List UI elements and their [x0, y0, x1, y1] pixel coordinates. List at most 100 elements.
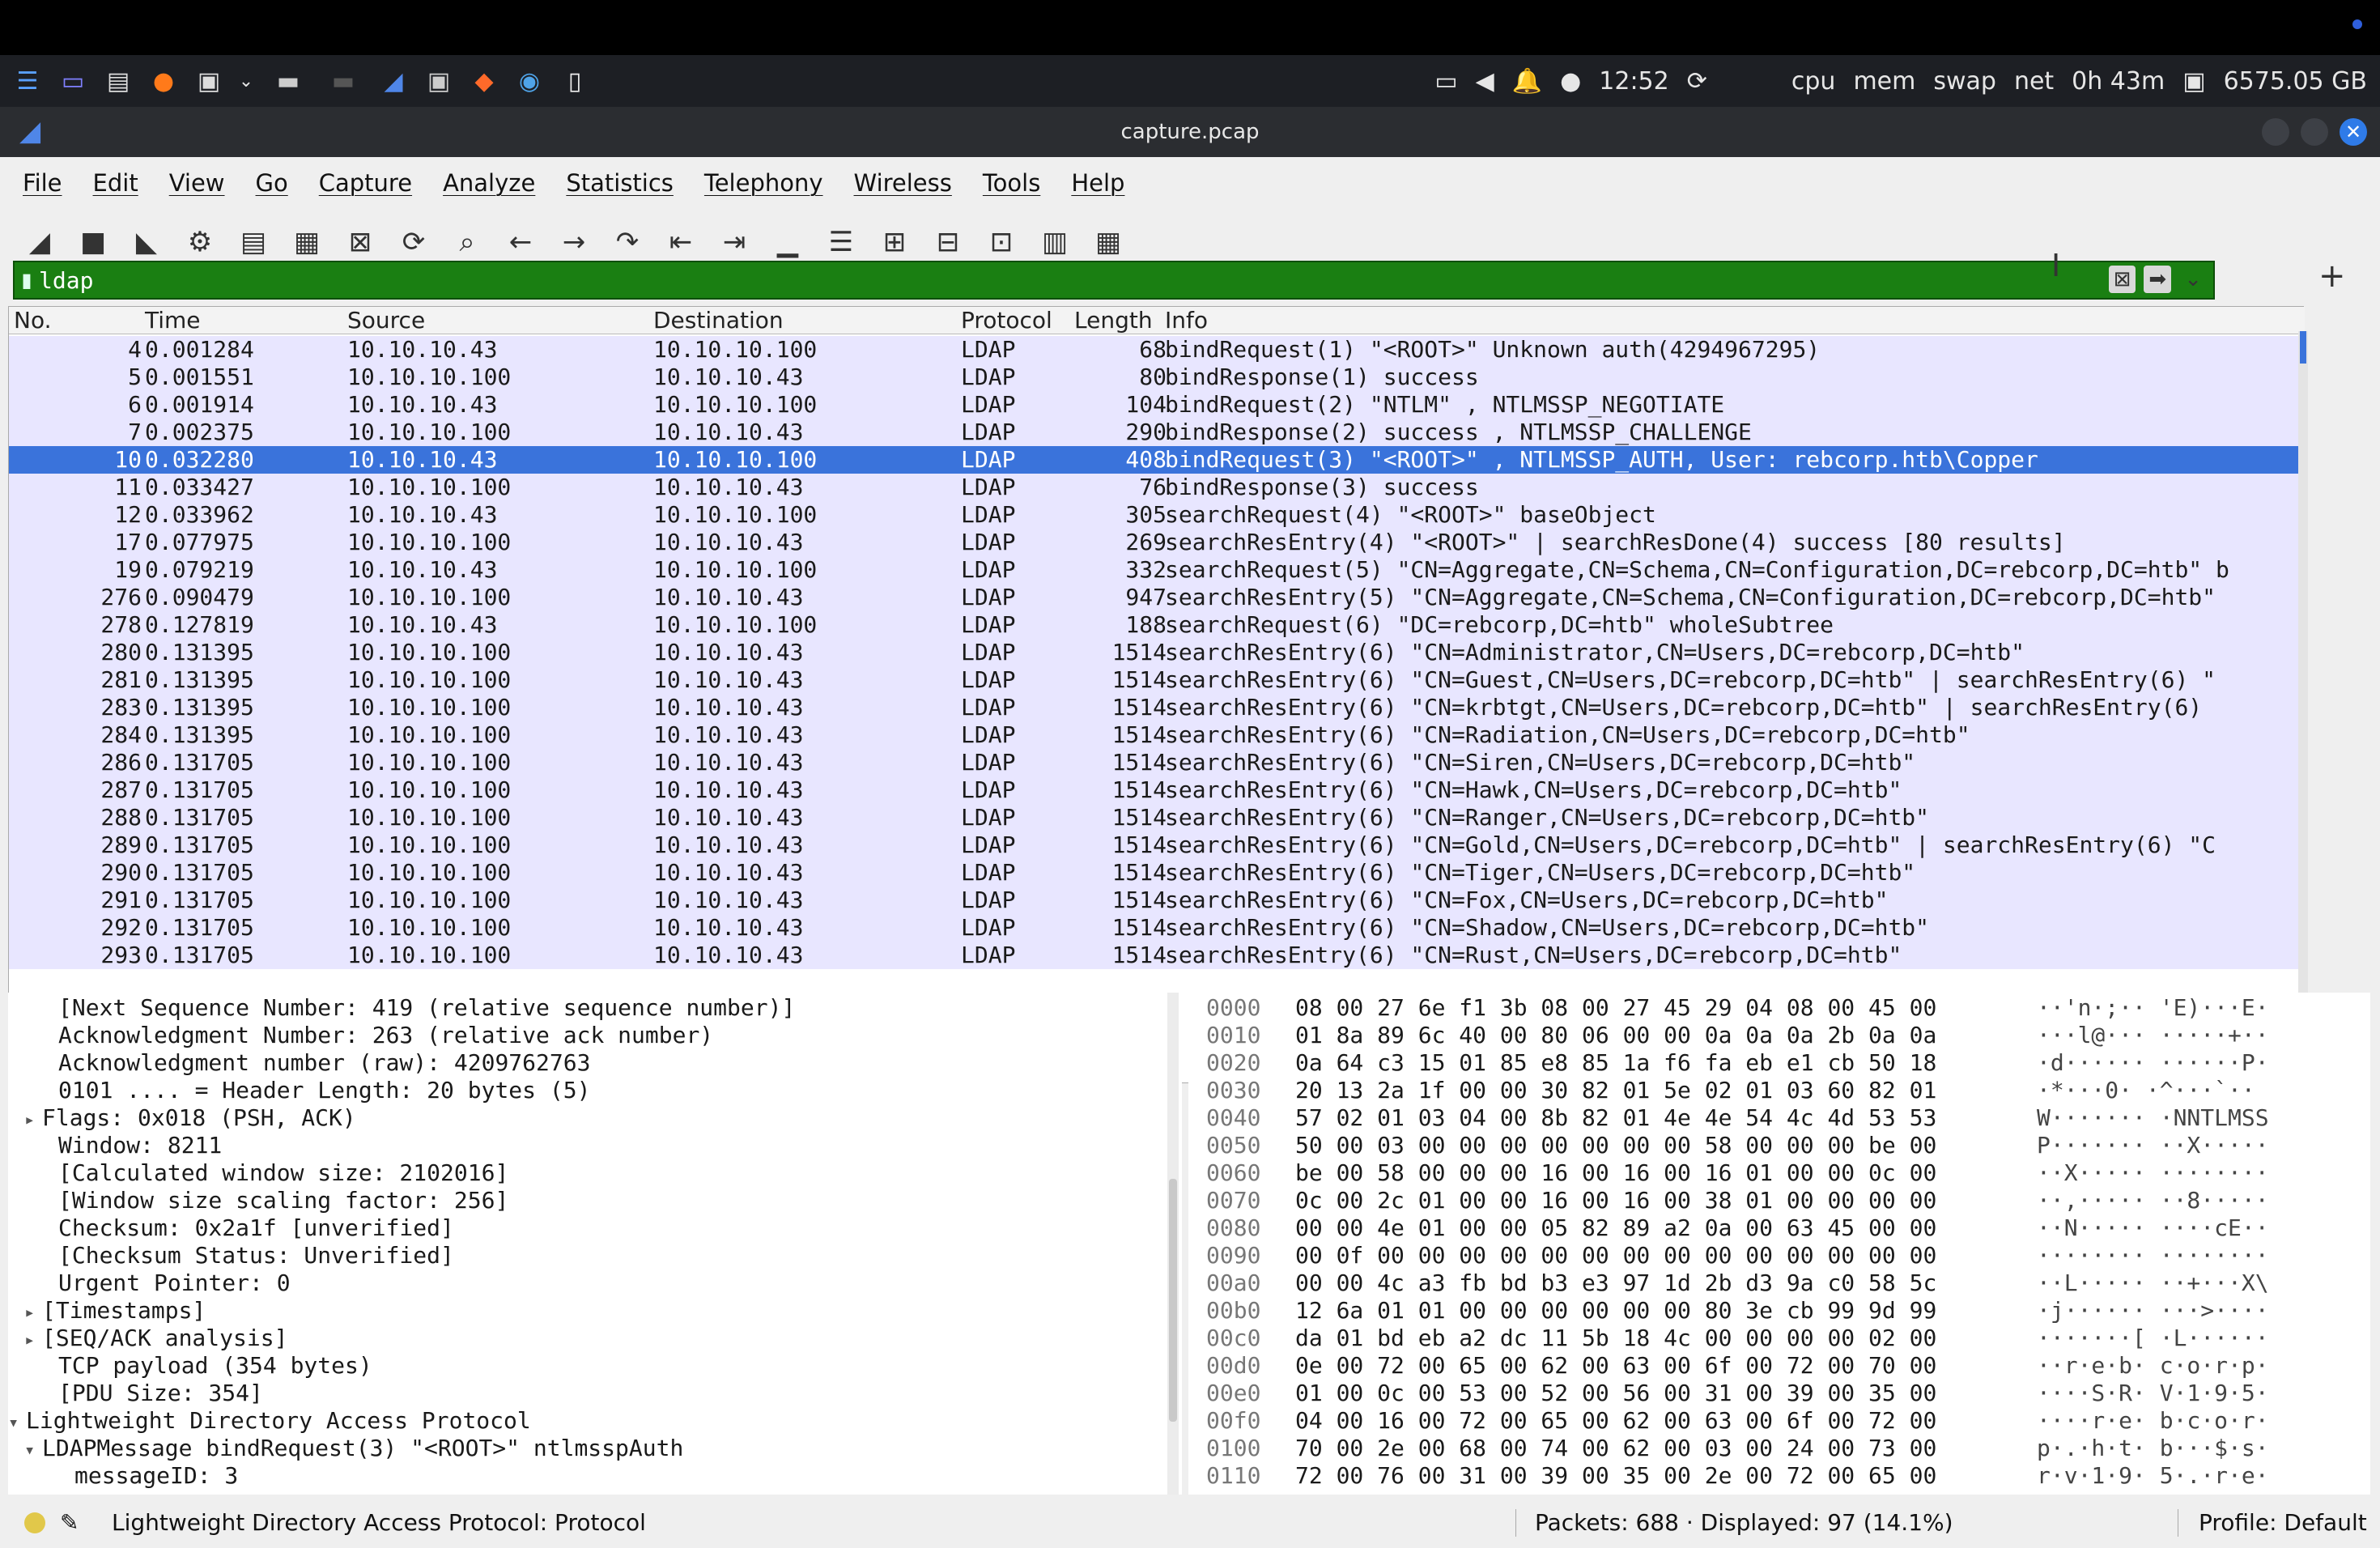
hex-row[interactable]: 00e0 01 00 0c 00 53 00 52 00 56 00 31 00 …: [1188, 1380, 2370, 1407]
detail-row[interactable]: [Next Sequence Number: 419 (relative seq…: [8, 994, 795, 1022]
shark-fin-icon[interactable]: ◢: [21, 223, 58, 261]
stop-icon[interactable]: ■: [74, 223, 112, 261]
close-button[interactable]: ✕: [2340, 118, 2367, 146]
net-monitor[interactable]: net: [2014, 67, 2054, 96]
autoscroll-icon[interactable]: ▁: [769, 223, 806, 261]
maximize-button[interactable]: [2301, 118, 2328, 146]
minimize-button[interactable]: [2262, 118, 2289, 146]
packet-list-scrollbar[interactable]: [2298, 331, 2308, 1076]
filter-dropdown-icon[interactable]: ⌄: [2179, 266, 2207, 293]
packet-row[interactable]: 276 0.090479 10.10.10.100 10.10.10.43 LDAP 94…: [9, 584, 2305, 611]
hex-row[interactable]: 00d0 0e 00 72 00 65 00 62 00 63 00 6f 00 …: [1188, 1352, 2370, 1380]
details-scrollbar-thumb[interactable]: [1169, 1179, 1177, 1422]
menu-analyze[interactable]: Analyze: [443, 169, 535, 197]
desktop-icon[interactable]: ▭: [55, 63, 91, 99]
col-time[interactable]: Time: [145, 307, 201, 334]
bookmark-icon[interactable]: ▮: [15, 262, 39, 298]
packet-row[interactable]: 19 0.079219 10.10.10.43 10.10.10.100 LDAP 332…: [9, 556, 2305, 584]
expand-arrow-icon[interactable]: ▾: [8, 1413, 26, 1433]
hex-row[interactable]: 0010 01 8a 89 6c 40 00 80 06 00 00 0a 0a …: [1188, 1022, 2370, 1049]
title-bar[interactable]: ◢ capture.pcap ✕: [0, 107, 2380, 157]
packet-row[interactable]: 288 0.131705 10.10.10.100 10.10.10.43 LDAP 15…: [9, 804, 2305, 831]
swap-monitor[interactable]: swap: [1933, 67, 1996, 96]
clear-filter-icon[interactable]: ⊠: [2108, 266, 2136, 293]
detail-row[interactable]: ▸ Flags: 0x018 (PSH, ACK): [8, 1104, 356, 1132]
detail-row[interactable]: messageID: 3: [8, 1462, 238, 1490]
reload-icon[interactable]: ⟳: [395, 223, 432, 261]
packet-row[interactable]: 292 0.131705 10.10.10.100 10.10.10.43 LDAP 15…: [9, 914, 2305, 942]
packet-row[interactable]: 280 0.131395 10.10.10.100 10.10.10.43 LDAP 15…: [9, 639, 2305, 666]
browser-task-icon[interactable]: ◉: [512, 63, 547, 99]
packet-row[interactable]: 289 0.131705 10.10.10.100 10.10.10.43 LDAP 15…: [9, 831, 2305, 859]
detail-row[interactable]: 0101 .... = Header Length: 20 bytes (5): [8, 1077, 590, 1104]
kali-menu-icon[interactable]: ☰: [10, 63, 45, 99]
detail-row[interactable]: [PDU Size: 354]: [8, 1380, 263, 1407]
mem-monitor[interactable]: mem: [1853, 67, 1915, 96]
hex-row[interactable]: 0050 50 00 03 00 00 00 00 00 00 00 58 00 …: [1188, 1132, 2370, 1159]
hex-row[interactable]: 0020 0a 64 c3 15 01 85 e8 85 1a f6 fa eb …: [1188, 1049, 2370, 1077]
open-icon[interactable]: ▤: [235, 223, 272, 261]
zoom-out-icon[interactable]: ⊟: [929, 223, 967, 261]
cpu-monitor[interactable]: cpu: [1791, 67, 1836, 96]
normal-size-icon[interactable]: ⊡: [983, 223, 1020, 261]
hex-row[interactable]: 0070 0c 00 2c 01 00 00 16 00 16 00 38 01 …: [1188, 1187, 2370, 1214]
goto-icon[interactable]: ↷: [609, 223, 646, 261]
col-protocol[interactable]: Protocol: [961, 307, 1052, 334]
detail-row[interactable]: [Checksum Status: Unverified]: [8, 1242, 454, 1269]
apply-filter-icon[interactable]: ➡: [2144, 266, 2172, 293]
packet-row[interactable]: 291 0.131705 10.10.10.100 10.10.10.43 LDAP 15…: [9, 887, 2305, 914]
expand-arrow-icon[interactable]: ▸: [24, 1330, 42, 1350]
detail-row[interactable]: Acknowledgment number (raw): 4209762763: [8, 1049, 590, 1077]
firefox-icon[interactable]: ●: [146, 63, 181, 99]
expert-info-icon[interactable]: [24, 1512, 45, 1533]
hex-row[interactable]: 0110 72 00 76 00 31 00 39 00 35 00 2e 00 …: [1188, 1462, 2370, 1490]
document-task-icon[interactable]: ▯: [557, 63, 593, 99]
edit-comment-icon[interactable]: ✎: [60, 1509, 79, 1536]
display-icon[interactable]: ▭: [1434, 67, 1457, 96]
packet-row[interactable]: 286 0.131705 10.10.10.100 10.10.10.43 LDAP 15…: [9, 749, 2305, 776]
menu-file[interactable]: File: [23, 169, 62, 197]
col-info[interactable]: Info: [1165, 307, 1208, 334]
hex-row[interactable]: 00a0 00 00 4c a3 fb bd b3 e3 97 1d 2b d3 …: [1188, 1269, 2370, 1297]
expand-arrow-icon[interactable]: ▸: [24, 1303, 42, 1323]
menu-wireless[interactable]: Wireless: [854, 169, 952, 197]
add-filter-button[interactable]: +: [2318, 257, 2346, 295]
first-packet-icon[interactable]: ⇤: [662, 223, 699, 261]
hex-row[interactable]: 0080 00 00 4e 01 00 00 05 82 89 a2 0a 00 …: [1188, 1214, 2370, 1242]
detail-row[interactable]: ▸ [Timestamps]: [8, 1297, 206, 1325]
display-filter-input[interactable]: [39, 266, 2111, 294]
save-icon[interactable]: ▦: [288, 223, 325, 261]
colorize-icon[interactable]: ☰: [822, 223, 860, 261]
restart-icon[interactable]: ◣: [128, 223, 165, 261]
refresh-icon[interactable]: ⟳: [1687, 67, 1707, 96]
col-no[interactable]: No.: [14, 307, 147, 334]
menu-go[interactable]: Go: [256, 169, 288, 197]
hex-row[interactable]: 0000 08 00 27 6e f1 3b 08 00 27 45 29 04 …: [1188, 994, 2370, 1022]
detail-row[interactable]: ▾ Lightweight Directory Access Protocol: [8, 1407, 531, 1435]
hex-row[interactable]: 00b0 12 6a 01 01 00 00 00 00 00 00 80 3e …: [1188, 1297, 2370, 1325]
forward-arrow-icon[interactable]: →: [555, 223, 593, 261]
workspace-2-icon[interactable]: ▬: [321, 63, 366, 99]
menu-capture[interactable]: Capture: [319, 169, 412, 197]
detail-row[interactable]: ▾ LDAPMessage bindRequest(3) "<ROOT>" ntl…: [8, 1435, 683, 1462]
detail-row[interactable]: [Window size scaling factor: 256]: [8, 1187, 508, 1214]
terminal-icon[interactable]: ▣: [191, 63, 227, 99]
detail-row[interactable]: [Calculated window size: 2102016]: [8, 1159, 508, 1187]
packet-row[interactable]: 11 0.033427 10.10.10.100 10.10.10.43 LDAP 76 b…: [9, 474, 2305, 501]
detail-row[interactable]: ▸ [SEQ/ACK analysis]: [8, 1325, 287, 1352]
expand-arrow-icon[interactable]: ▾: [24, 1440, 42, 1461]
layout-icon[interactable]: ▦: [1090, 223, 1127, 261]
packet-row[interactable]: 290 0.131705 10.10.10.100 10.10.10.43 LDAP 15…: [9, 859, 2305, 887]
expand-arrow-icon[interactable]: ▸: [24, 1110, 42, 1130]
hex-row[interactable]: 0030 20 13 2a 1f 00 00 30 82 01 5e 02 01 …: [1188, 1077, 2370, 1104]
menu-telephony[interactable]: Telephony: [704, 169, 823, 197]
file-manager-icon[interactable]: ▤: [100, 63, 136, 99]
burp-icon[interactable]: ◆: [466, 63, 502, 99]
detail-row[interactable]: Checksum: 0x2a1f [unverified]: [8, 1214, 454, 1242]
hex-row[interactable]: 00f0 04 00 16 00 72 00 65 00 62 00 63 00 …: [1188, 1407, 2370, 1435]
detail-row[interactable]: Window: 8211: [8, 1132, 222, 1159]
close-file-icon[interactable]: ⊠: [342, 223, 379, 261]
packet-row[interactable]: 281 0.131395 10.10.10.100 10.10.10.43 LDAP 15…: [9, 666, 2305, 694]
menu-edit[interactable]: Edit: [93, 169, 138, 197]
bell-icon[interactable]: 🔔: [1512, 67, 1542, 96]
